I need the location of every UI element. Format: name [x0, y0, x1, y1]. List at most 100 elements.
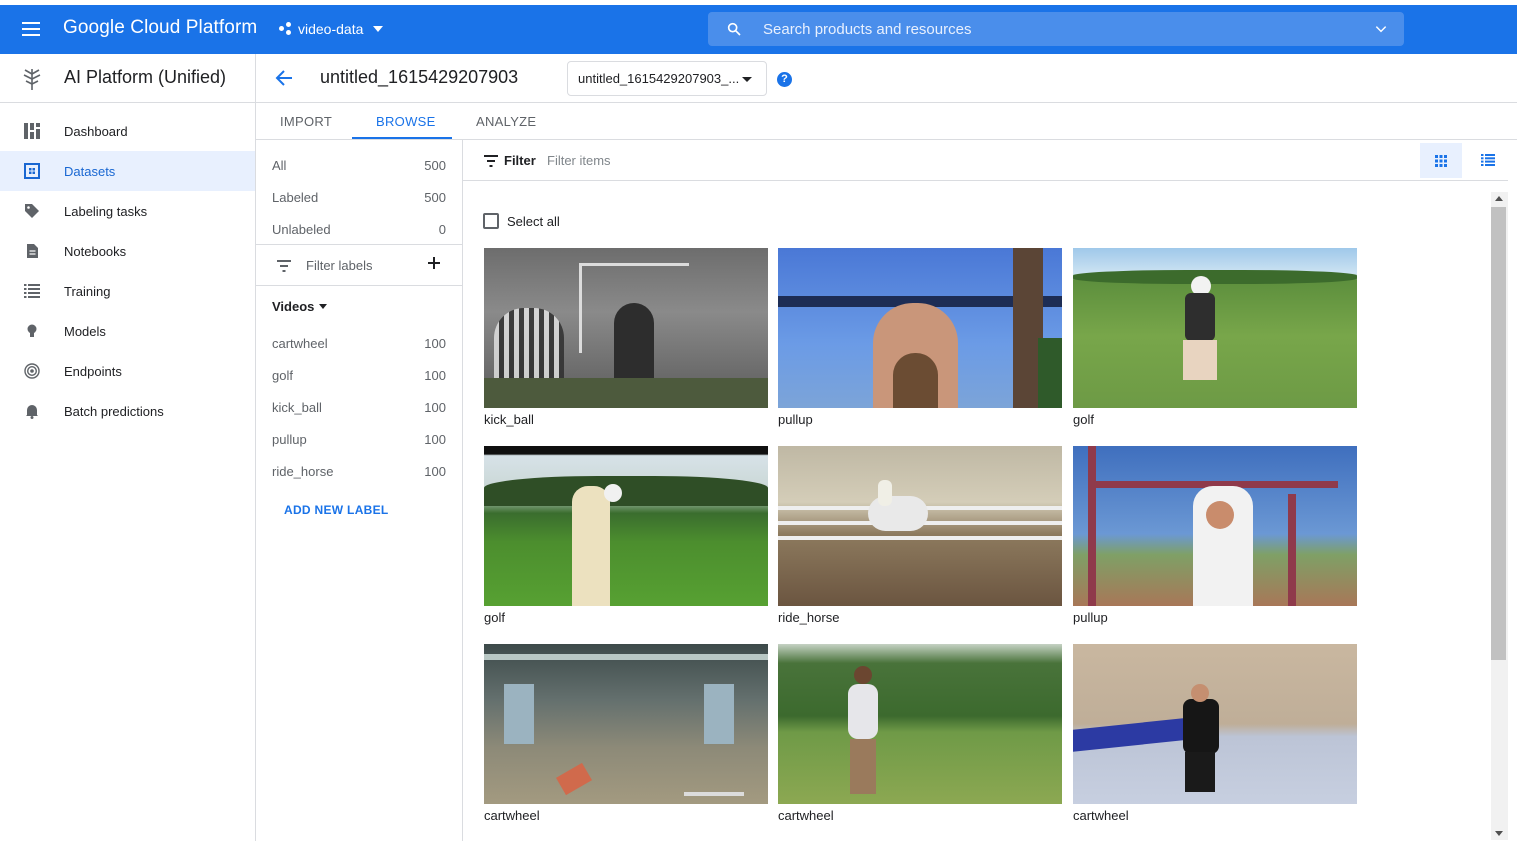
video-thumbnail[interactable]: [484, 446, 768, 606]
label-count: 100: [424, 400, 446, 415]
label-name: pullup: [272, 432, 307, 447]
label-filter-unlabeled[interactable]: Unlabeled 0: [272, 222, 446, 237]
filter-items-input[interactable]: Filter items: [547, 153, 611, 168]
expand-search-icon[interactable]: [1374, 22, 1388, 36]
divider: [256, 244, 462, 245]
video-thumbnail[interactable]: [484, 248, 768, 408]
video-tile[interactable]: kick_ball: [484, 248, 768, 427]
dashboard-icon: [24, 123, 40, 139]
filter-bar: Filter Filter items: [463, 140, 1508, 181]
list-icon: [24, 284, 40, 298]
ai-platform-logo-icon: [23, 69, 41, 90]
label-item[interactable]: pullup 100: [272, 432, 446, 447]
video-tile[interactable]: golf: [1073, 248, 1357, 427]
datasets-icon: [24, 163, 40, 179]
video-thumbnail[interactable]: [778, 446, 1062, 606]
nav-item-labeling-tasks[interactable]: Labeling tasks: [0, 191, 255, 231]
label-item[interactable]: cartwheel 100: [272, 336, 446, 351]
nav-label: Training: [64, 283, 111, 299]
video-tile[interactable]: pullup: [1073, 446, 1357, 625]
nav-item-endpoints[interactable]: Endpoints: [0, 351, 255, 391]
help-icon[interactable]: ?: [777, 72, 792, 87]
videos-section-toggle[interactable]: Videos: [272, 299, 328, 314]
project-selector[interactable]: video-data: [279, 21, 384, 37]
select-all[interactable]: Select all: [483, 213, 560, 229]
bell-icon: [26, 405, 38, 419]
nav-item-training[interactable]: Training: [0, 271, 255, 311]
label-filter-labeled[interactable]: Labeled 500: [272, 190, 446, 205]
filter-labels-input[interactable]: Filter labels: [306, 258, 372, 273]
video-label: cartwheel: [778, 808, 834, 823]
nav-label: Datasets: [64, 163, 116, 179]
grid-icon: [1435, 155, 1447, 167]
page-title: untitled_1615429207903: [320, 67, 519, 87]
tab-browse[interactable]: BROWSE: [376, 114, 436, 129]
filter-icon: [484, 155, 498, 167]
video-tile[interactable]: ride_horse: [778, 446, 1062, 625]
nav-item-notebooks[interactable]: Notebooks: [0, 231, 255, 271]
list-view-icon: [1481, 154, 1495, 166]
label-count: 100: [424, 464, 446, 479]
label-item[interactable]: ride_horse 100: [272, 464, 446, 479]
search-bar[interactable]: Search products and resources: [708, 12, 1404, 46]
scrollbar-thumb[interactable]: [1491, 207, 1506, 660]
add-new-label-button[interactable]: ADD NEW LABEL: [284, 503, 389, 517]
nav-label: Batch predictions: [64, 403, 164, 419]
grid-view-button[interactable]: [1420, 143, 1462, 178]
select-all-checkbox[interactable]: [483, 213, 499, 229]
tab-import[interactable]: IMPORT: [280, 114, 332, 129]
label-name: golf: [272, 368, 293, 383]
video-label: pullup: [1073, 610, 1108, 625]
nav-label: Notebooks: [64, 243, 127, 259]
scrollbar[interactable]: [1491, 192, 1508, 840]
left-navigation: AI Platform (Unified) Dashboard Datasets…: [0, 54, 256, 841]
search-input[interactable]: Search products and resources: [763, 21, 971, 38]
scroll-up-icon[interactable]: [1495, 196, 1503, 201]
product-header: AI Platform (Unified): [0, 54, 255, 103]
video-thumbnail[interactable]: [1073, 644, 1357, 804]
label-item[interactable]: kick_ball 100: [272, 400, 446, 415]
video-label: cartwheel: [484, 808, 540, 823]
bulb-icon: [27, 324, 37, 337]
label-count: 100: [424, 432, 446, 447]
label-item[interactable]: golf 100: [272, 368, 446, 383]
video-tile[interactable]: cartwheel: [484, 644, 768, 823]
label-name: Unlabeled: [272, 222, 331, 237]
nav-item-datasets[interactable]: Datasets: [0, 151, 255, 191]
list-view-button[interactable]: [1468, 143, 1508, 178]
scroll-down-icon[interactable]: [1495, 831, 1503, 836]
video-tile[interactable]: cartwheel: [778, 644, 1062, 823]
video-thumbnail[interactable]: [778, 644, 1062, 804]
label-count: 0: [438, 222, 446, 237]
nav-item-batch-predictions[interactable]: Batch predictions: [0, 391, 255, 431]
browse-content: Filter Filter items Select all kick_ball: [463, 140, 1517, 841]
label-count: 100: [424, 336, 446, 351]
tab-analyze[interactable]: ANALYZE: [476, 114, 536, 129]
nav-label: Dashboard: [64, 123, 128, 139]
brand-title[interactable]: Google Cloud Platform: [63, 17, 257, 39]
nav-item-dashboard[interactable]: Dashboard: [0, 111, 255, 151]
product-title: AI Platform (Unified): [64, 67, 227, 87]
video-thumbnail[interactable]: [778, 248, 1062, 408]
active-tab-indicator: [352, 137, 452, 139]
video-tile[interactable]: cartwheel: [1073, 644, 1357, 823]
arrow-back-icon[interactable]: [274, 68, 294, 88]
add-icon[interactable]: [427, 256, 441, 270]
filter-icon: [277, 260, 291, 272]
menu-icon[interactable]: [20, 18, 44, 42]
dataset-select[interactable]: untitled_1615429207903_...: [567, 61, 767, 96]
label-filter-all[interactable]: All 500: [272, 158, 446, 173]
video-thumbnail[interactable]: [1073, 248, 1357, 408]
label-name: Labeled: [272, 190, 319, 205]
video-thumbnail[interactable]: [484, 644, 768, 804]
label-panel: All 500 Labeled 500 Unlabeled 0 Filter l…: [256, 140, 463, 841]
nav-label: Models: [64, 323, 106, 339]
label-count: 500: [424, 190, 446, 205]
select-all-label: Select all: [507, 213, 560, 229]
label-name: All: [272, 158, 287, 173]
video-tile[interactable]: pullup: [778, 248, 1062, 427]
nav-item-models[interactable]: Models: [0, 311, 255, 351]
video-thumbnail[interactable]: [1073, 446, 1357, 606]
top-app-bar: Google Cloud Platform video-data Search …: [0, 5, 1517, 54]
video-tile[interactable]: golf: [484, 446, 768, 625]
